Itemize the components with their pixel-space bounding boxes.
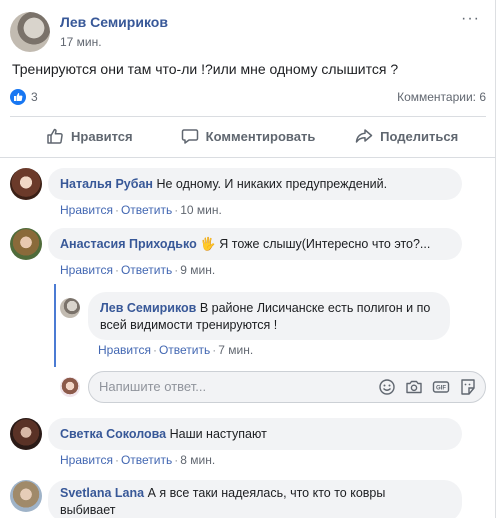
comment-bubble: Svetlana Lana А я все таки надеялась, чт… bbox=[48, 480, 462, 518]
comment-meta: Нравится · Ответить · 10 мин. bbox=[60, 203, 222, 217]
divider bbox=[0, 157, 496, 158]
author-avatar[interactable] bbox=[10, 12, 50, 52]
comment-reply-link[interactable]: Ответить bbox=[121, 203, 172, 217]
commenter-name[interactable]: Наталья Рубан bbox=[60, 177, 153, 191]
comment-button-label: Комментировать bbox=[205, 128, 316, 144]
share-arrow-icon bbox=[355, 127, 373, 145]
reactions-count[interactable]: 3 bbox=[31, 90, 38, 104]
comments-count[interactable]: Комментарии: 6 bbox=[397, 90, 486, 104]
post-text: Тренируются они там что-ли !?или мне одн… bbox=[12, 61, 399, 77]
emoji-icon[interactable] bbox=[378, 378, 396, 396]
commenter-avatar[interactable] bbox=[10, 168, 42, 200]
comment-text-line1: А я все таки надеялась, что кто то ковры bbox=[147, 486, 386, 500]
comment-reply-link[interactable]: Ответить bbox=[121, 263, 172, 277]
comment-bubble: Светка Соколова Наши наступают bbox=[48, 418, 462, 450]
commenter-name[interactable]: Анастасия Приходько bbox=[60, 237, 197, 251]
current-user-avatar bbox=[60, 377, 80, 397]
reply-input[interactable] bbox=[99, 379, 349, 394]
like-button[interactable]: Нравится bbox=[10, 118, 169, 154]
svg-text:GIF: GIF bbox=[436, 386, 446, 392]
comment-like-link[interactable]: Нравится bbox=[60, 263, 113, 277]
reactions-summary: 3 Комментарии: 6 bbox=[10, 88, 486, 108]
reply-text-line2: всей видимости тренируются ! bbox=[100, 318, 278, 332]
reply-thread-line bbox=[54, 284, 56, 367]
comment-like-link[interactable]: Нравится bbox=[60, 203, 113, 217]
comment-meta: Нравится · Ответить · 8 мин. bbox=[60, 453, 216, 467]
post-timestamp[interactable]: 17 мин. bbox=[60, 35, 102, 49]
share-button-label: Поделиться bbox=[380, 128, 459, 144]
speech-bubble-icon bbox=[181, 127, 199, 145]
comment-button[interactable]: Комментировать bbox=[169, 118, 328, 154]
facebook-post: Лев Семириков 17 мин. ··· Тренируются он… bbox=[0, 0, 496, 518]
comment-time[interactable]: 10 мин. bbox=[180, 203, 222, 217]
comment-bubble: Анастасия Приходько 🖐 Я тоже слышу(Интер… bbox=[48, 228, 462, 260]
comment-time[interactable]: 9 мин. bbox=[180, 263, 215, 277]
reply-like-link[interactable]: Нравится bbox=[98, 343, 151, 357]
commenter-avatar[interactable] bbox=[10, 480, 42, 512]
share-button[interactable]: Поделиться bbox=[327, 118, 486, 154]
reply-input-tools: GIF bbox=[378, 378, 477, 396]
reply-text-line1: В районе Лисичанске есть полигон и по bbox=[199, 301, 431, 315]
comment-like-link[interactable]: Нравится bbox=[60, 453, 113, 467]
replier-avatar[interactable] bbox=[60, 298, 80, 318]
comment-meta: Нравится · Ответить · 9 мин. bbox=[60, 263, 216, 277]
commenter-name[interactable]: Svetlana Lana bbox=[60, 486, 144, 500]
comment-time[interactable]: 8 мин. bbox=[180, 453, 215, 467]
reply-reply-link[interactable]: Ответить bbox=[159, 343, 210, 357]
reply-bubble: Лев Семириков В районе Лисичанске есть п… bbox=[88, 292, 450, 340]
post-author-name[interactable]: Лев Семириков bbox=[60, 14, 168, 30]
reply-time[interactable]: 7 мин. bbox=[218, 343, 253, 357]
gif-icon[interactable]: GIF bbox=[432, 378, 450, 396]
replier-name[interactable]: Лев Семириков bbox=[100, 301, 196, 315]
post-header: Лев Семириков 17 мин. ··· bbox=[10, 8, 480, 52]
comment-text: Наши наступают bbox=[169, 427, 267, 441]
post-action-bar: Нравится Комментировать Поделиться bbox=[10, 118, 486, 154]
divider bbox=[10, 116, 486, 117]
comment-text-line2: выбивает bbox=[60, 503, 116, 517]
comment-bubble: Наталья Рубан Не одному. И никаких преду… bbox=[48, 168, 462, 200]
camera-icon[interactable] bbox=[405, 378, 423, 396]
comment-reply-link[interactable]: Ответить bbox=[121, 453, 172, 467]
like-reaction-icon[interactable] bbox=[10, 89, 26, 105]
commenter-name[interactable]: Светка Соколова bbox=[60, 427, 166, 441]
thumbs-up-icon bbox=[46, 127, 64, 145]
commenter-avatar[interactable] bbox=[10, 418, 42, 450]
comment-text: Я тоже слышу(Интересно что это?... bbox=[219, 237, 431, 251]
like-button-label: Нравится bbox=[71, 128, 133, 144]
comment-text: Не одному. И никаких предупреждений. bbox=[156, 177, 388, 191]
more-options-icon[interactable]: ··· bbox=[461, 10, 480, 28]
commenter-avatar[interactable] bbox=[10, 228, 42, 260]
waving-hand-icon: 🖐 bbox=[200, 237, 216, 251]
reply-meta: Нравится · Ответить · 7 мин. bbox=[98, 343, 254, 357]
reply-input-box: GIF bbox=[88, 371, 486, 403]
sticker-icon[interactable] bbox=[459, 378, 477, 396]
